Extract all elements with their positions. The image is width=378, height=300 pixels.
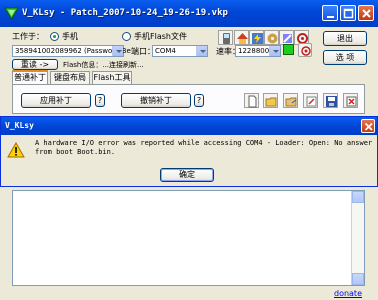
scroll-up-button[interactable]	[352, 191, 364, 203]
apply-patch-button[interactable]: 应用补丁	[21, 93, 91, 108]
connection-status-indicator	[283, 44, 294, 55]
dialog-title: V_KLsy	[5, 121, 34, 130]
options-button-label: 选 项	[335, 53, 355, 62]
edit-button[interactable]	[303, 93, 318, 108]
exit-button[interactable]: 退出	[323, 31, 367, 46]
minimize-button[interactable]	[322, 5, 338, 21]
chevron-down-icon	[269, 46, 280, 56]
radio-flash-file[interactable]	[122, 32, 131, 41]
scroll-down-button[interactable]	[352, 273, 364, 285]
window-title: V_KLsy - Patch_2007-10-24_19-26-19.vkp	[22, 8, 228, 18]
dialog-message: A hardware I/O error was reported while …	[35, 139, 377, 156]
stop-button[interactable]	[298, 43, 312, 57]
delete-button[interactable]	[343, 93, 358, 108]
phone-icon-button[interactable]	[218, 30, 233, 45]
speed-select[interactable]: 1228800	[235, 45, 281, 57]
tab-keyboard-layout[interactable]: 键盘布局	[50, 71, 90, 84]
open-folder-button[interactable]	[263, 93, 278, 108]
radio-flash-file-label: 手机Flash文件	[134, 32, 187, 41]
work-mode-label: 工作于：	[12, 32, 44, 41]
tab-normal-patch[interactable]: 普通补丁	[12, 70, 48, 84]
flash-icon-button[interactable]	[249, 30, 264, 45]
phone-icon	[223, 33, 230, 44]
exit-button-label: 退出	[337, 34, 353, 43]
radio-phone-label: 手机	[62, 32, 78, 41]
maximize-icon	[343, 8, 354, 19]
open-button[interactable]	[283, 93, 298, 108]
new-file-icon	[248, 95, 257, 108]
port-select-value: COM4	[155, 47, 176, 55]
port-select[interactable]: COM4	[152, 45, 208, 57]
home-icon	[237, 33, 248, 44]
close-icon	[362, 9, 371, 18]
speed-select-value: 1228800	[238, 47, 270, 55]
phone-select[interactable]: 358941002089962 (Password Be	[12, 45, 131, 57]
warning-icon	[7, 142, 25, 158]
undo-patch-button[interactable]: 撤销补丁	[121, 93, 191, 108]
apply-patch-help-button[interactable]: ?	[95, 94, 105, 107]
edit-icon	[306, 96, 317, 107]
save-button[interactable]	[323, 93, 338, 108]
flash-icon	[252, 33, 263, 44]
disk-icon-button[interactable]	[264, 30, 279, 45]
options-button[interactable]: 选 项	[323, 50, 367, 65]
dialog-close-button[interactable]	[361, 119, 375, 133]
new-file-button[interactable]	[244, 93, 259, 108]
dialog-ok-button[interactable]: 确定	[160, 168, 214, 182]
donate-link[interactable]: donate	[334, 289, 362, 298]
help-label: ?	[196, 96, 202, 105]
reread-button[interactable]: 重读 ->	[12, 59, 58, 70]
dialog-title-bar[interactable]: V_KLsy	[1, 117, 377, 135]
undo-patch-label: 撤销补丁	[140, 96, 172, 105]
maximize-button[interactable]	[340, 5, 356, 21]
delete-icon	[346, 96, 357, 107]
log-area[interactable]	[12, 190, 365, 286]
chevron-down-icon	[112, 46, 123, 56]
apply-patch-label: 应用补丁	[40, 96, 72, 105]
chevron-down-icon	[196, 46, 207, 56]
record-icon	[301, 46, 311, 56]
close-button[interactable]	[358, 5, 374, 21]
close-icon	[364, 122, 373, 131]
tools-icon-button[interactable]	[279, 30, 294, 45]
tab-panel: 应用补丁 ? 撤销补丁 ?	[12, 84, 365, 114]
title-bar[interactable]: V_KLsy - Patch_2007-10-24_19-26-19.vkp	[0, 0, 378, 27]
undo-patch-help-button[interactable]: ?	[194, 94, 204, 107]
flash-info: Flash信息：...连接刷新...	[63, 61, 144, 69]
open-folder-icon	[265, 97, 277, 107]
home-icon-button[interactable]	[234, 30, 249, 45]
log-scrollbar[interactable]	[351, 191, 364, 285]
minimize-icon	[327, 16, 334, 18]
disk-icon	[267, 33, 278, 44]
open-icon	[285, 97, 297, 107]
reread-button-label: 重读 ->	[20, 60, 50, 69]
help-label: ?	[97, 96, 103, 105]
error-dialog: V_KLsy A hardware I/O error was reported…	[0, 116, 378, 187]
radio-phone[interactable]	[50, 32, 59, 41]
save-icon	[326, 96, 337, 107]
tab-flash-tools[interactable]: Flash工具	[92, 71, 132, 84]
app-icon	[4, 7, 19, 20]
